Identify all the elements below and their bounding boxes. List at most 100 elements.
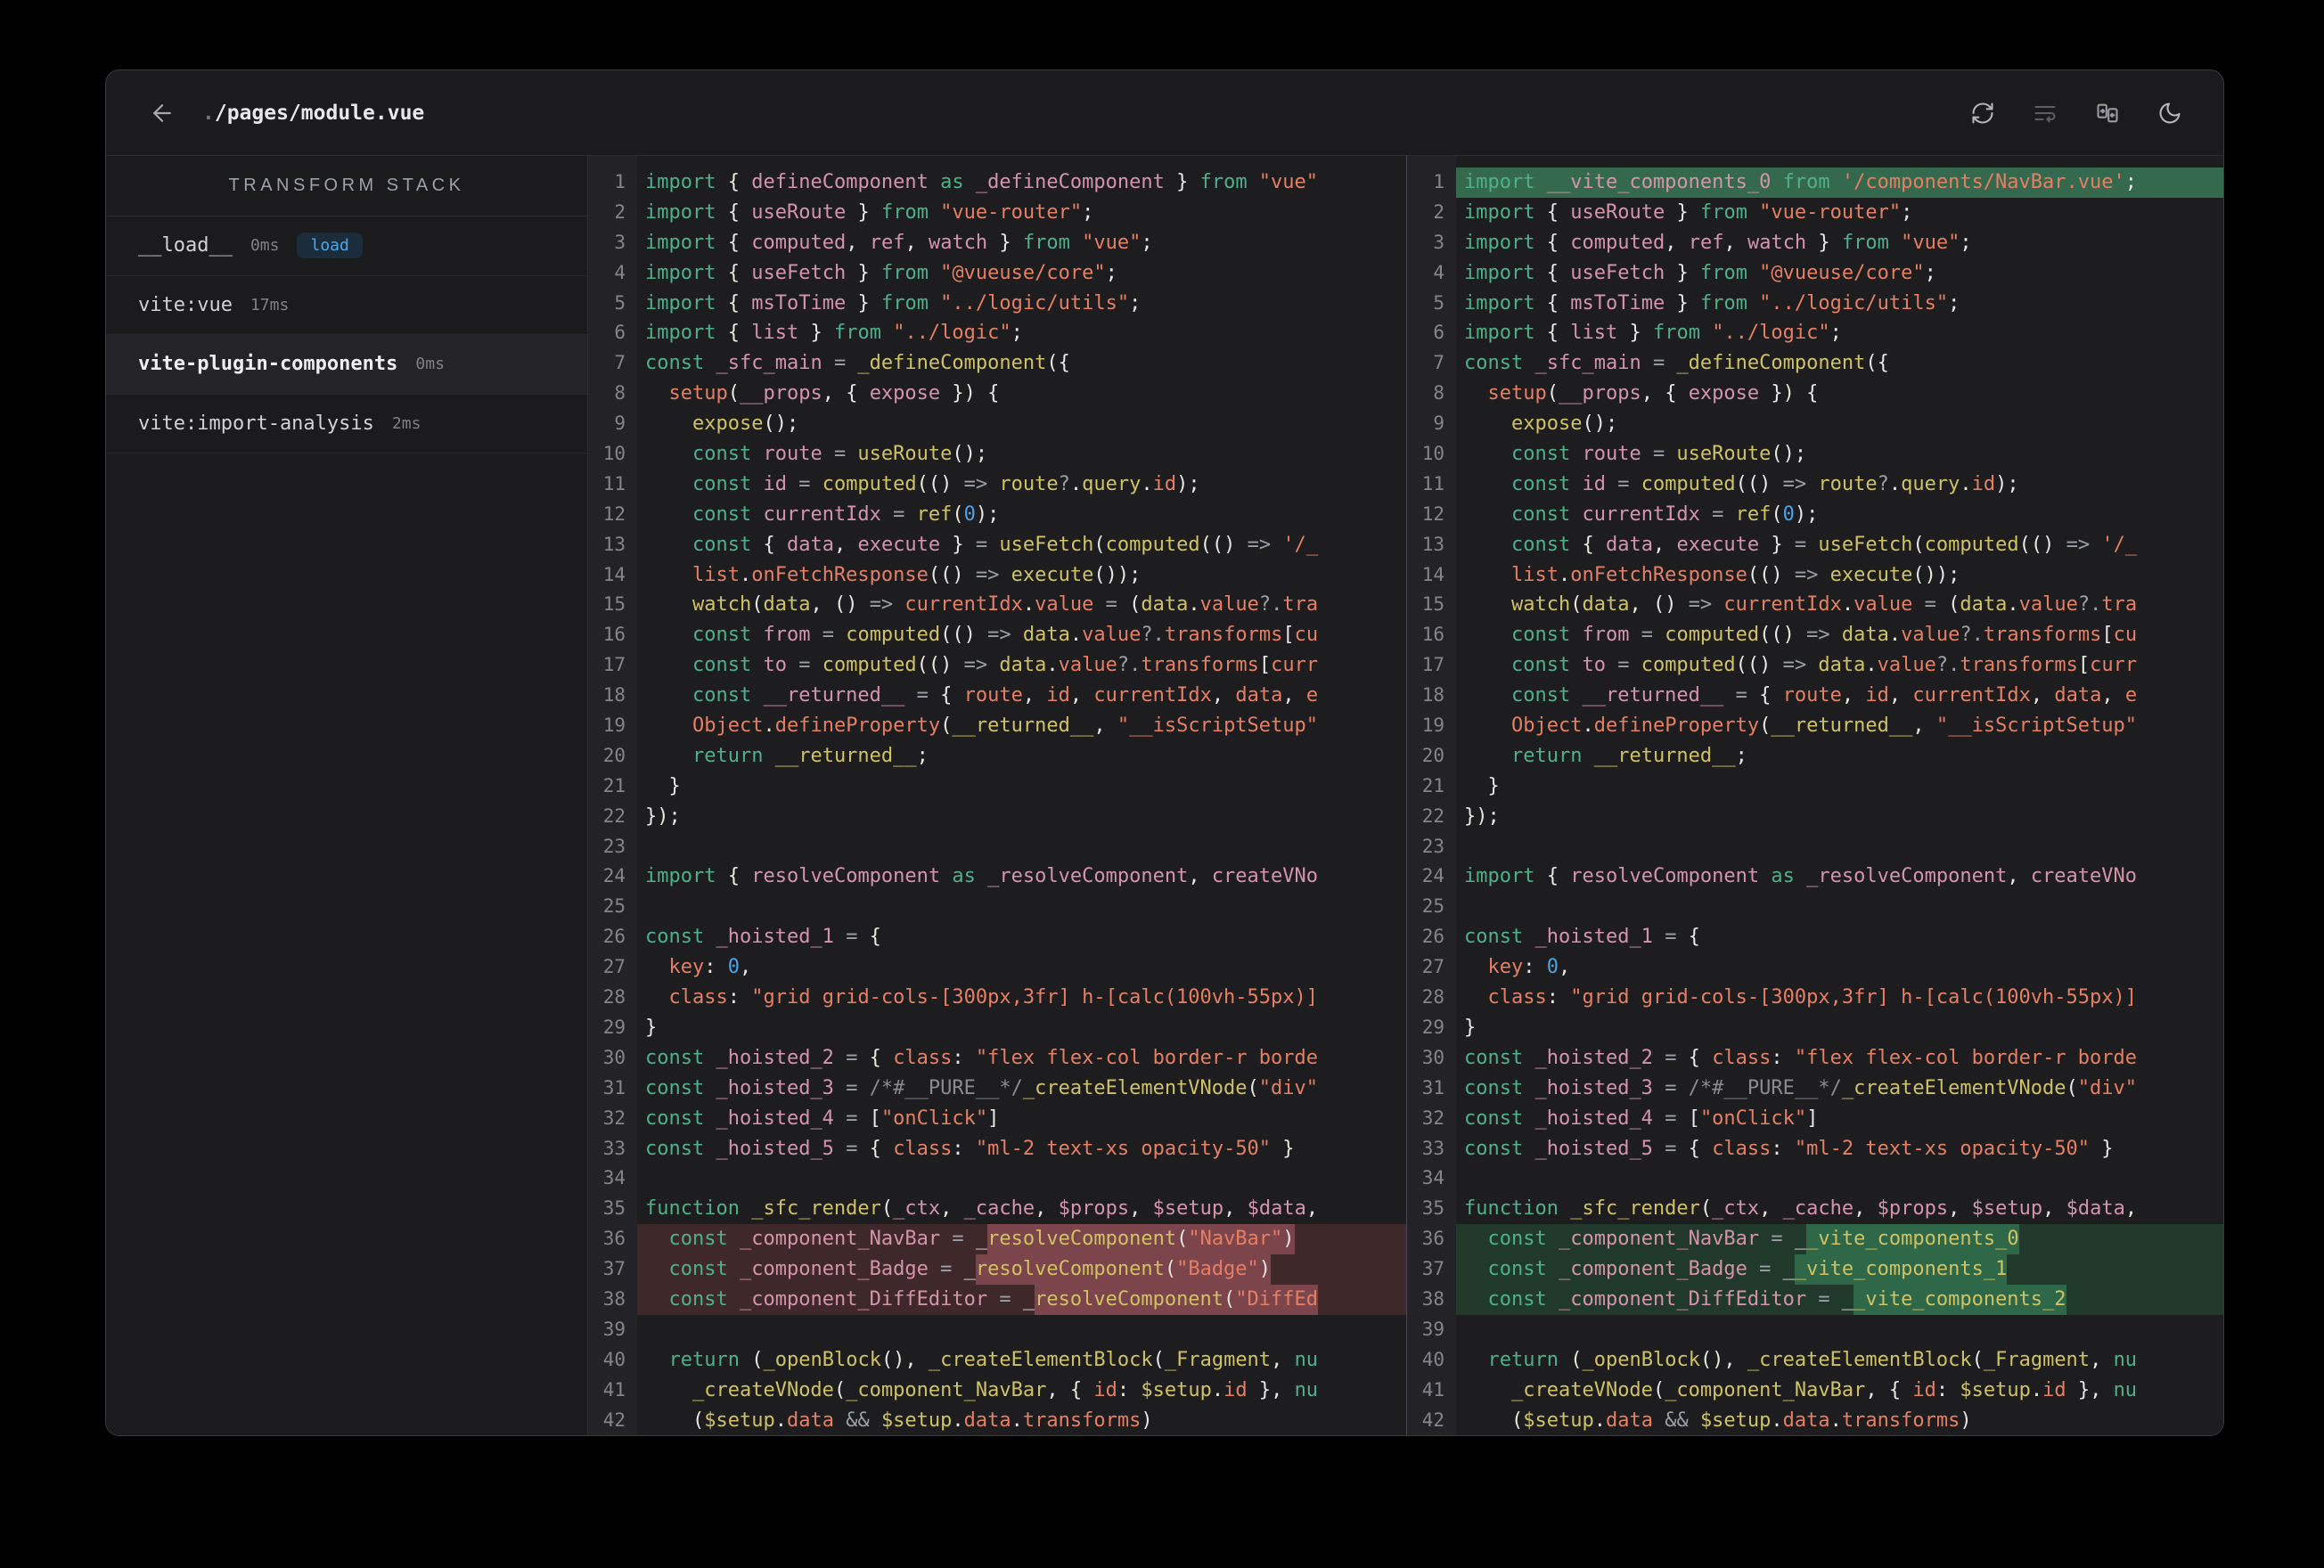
code-token: watch (691, 593, 752, 617)
code-token: "../logic" (1699, 322, 1830, 345)
code-panel-before[interactable]: 1 import { defineComponent as _defineComp… (588, 156, 1407, 1435)
code-token: _component_DiffEditor (1546, 1287, 1819, 1311)
code-token: = (846, 1046, 858, 1069)
line-number: 7 (614, 352, 626, 374)
code-token: const (691, 684, 752, 707)
plugin-time: 2ms (391, 413, 421, 433)
line-number: 25 (1421, 895, 1444, 918)
line-number: 41 (602, 1378, 626, 1401)
line-number: 16 (602, 624, 626, 646)
code-token: (), (1699, 1348, 1747, 1371)
line-number: 14 (602, 563, 626, 585)
line-number: 8 (1433, 382, 1444, 404)
code-line: 18 const __returned__ = { route, id, cur… (1407, 681, 2223, 711)
code-token: const (1464, 1076, 1524, 1099)
code-token: value (1901, 624, 1960, 647)
code-token: = (1912, 593, 1949, 617)
color-scheme-toggle[interactable] (2157, 101, 2182, 126)
code-token: , (1022, 684, 1047, 707)
code-token: = (1735, 684, 1747, 707)
code-token: ; (1141, 231, 1153, 254)
code-token: . (2007, 593, 2019, 617)
code-text: const __returned__ = { route, id, curren… (1456, 681, 2223, 711)
code-token: data (1829, 624, 1889, 647)
refresh-button[interactable] (1970, 101, 1995, 126)
code-token: ; (1901, 200, 1913, 224)
code-token: useFetch (1806, 533, 1913, 556)
code-token: transforms (1022, 1409, 1142, 1432)
code-token: = (1652, 443, 1665, 466)
code-token: } (1759, 533, 1795, 556)
sidebar-item-vite-plugin-components[interactable]: vite-plugin-components 0ms (106, 335, 587, 395)
code-token: value (1853, 593, 1913, 617)
code-line: 29} (1407, 1013, 2223, 1043)
code-token: ref (1688, 231, 1724, 254)
code-token: data (763, 593, 811, 617)
line-wrap-toggle[interactable] (2033, 101, 2058, 126)
diff-view-toggle[interactable] (2095, 101, 2120, 126)
code-token: import (1464, 231, 1535, 254)
code-token: _Fragment (1983, 1348, 2091, 1371)
main-content: TRANSFORM STACK __load__ 0ms load vite:vue 1… (106, 156, 2223, 1435)
code-text: import { computed, ref, watch } from "vu… (1456, 228, 2223, 258)
sidebar-item-vite-import-analysis[interactable]: vite:import-analysis 2ms (106, 395, 587, 453)
module-path: /pages/module.vue (214, 101, 425, 125)
moon-icon (2159, 102, 2181, 123)
line-number: 39 (602, 1318, 626, 1340)
line-number: 23 (602, 835, 626, 857)
code-token: "onClick" (880, 1107, 988, 1130)
code-token: } (1164, 171, 1200, 193)
code-token: { (716, 231, 752, 254)
hook-badge: load (297, 233, 363, 259)
code-text: } (1456, 1013, 2223, 1043)
code-token: ?. (1141, 624, 1165, 647)
code-token: const (668, 1287, 728, 1311)
code-token: route (751, 443, 834, 466)
plugin-name: vite-plugin-components (138, 353, 398, 376)
code-token: _component_Badge (1546, 1258, 1760, 1281)
code-token: cu (1294, 624, 1319, 647)
code-token: "ml-2 text-xs opacity-50" (1794, 1137, 2091, 1160)
code-token: { (1534, 291, 1571, 314)
code-token: curr (2090, 654, 2138, 677)
code-text: watch(data, () => currentIdx. value = (da… (637, 590, 1406, 620)
code-token: currentIdx (1712, 593, 1842, 617)
code-panel-after[interactable]: 1 import __vite_components_0 from '/compo… (1407, 156, 2223, 1435)
code-token: : (1771, 1046, 1795, 1069)
code-token: import (1464, 322, 1535, 345)
code-token: data (1235, 684, 1283, 707)
code-token: value (1877, 654, 1936, 677)
code-token: useRoute (1665, 443, 1772, 466)
code-token: . (739, 563, 752, 586)
code-line: 5 import { msToTime } from "../logic/util… (588, 289, 1406, 319)
code-token: (), (880, 1348, 929, 1371)
line-number: 14 (1421, 563, 1444, 585)
line-number: 2 (614, 200, 626, 223)
sidebar-item-vite-vue[interactable]: vite:vue 17ms (106, 276, 587, 335)
code-line: 41 _createVNode(_component_NavBar, { id:… (1407, 1376, 2223, 1406)
code-token: key (668, 956, 705, 979)
code-token: ) (1960, 1409, 1972, 1432)
code-token: defineProperty (1593, 715, 1760, 738)
code-token: return (1510, 744, 1583, 767)
back-button[interactable] (149, 100, 176, 127)
code-token: import (1464, 171, 1535, 193)
code-token: . (1582, 715, 1594, 738)
code-token: = (916, 684, 929, 707)
line-number: 24 (1421, 865, 1444, 887)
code-token: value (1082, 624, 1142, 647)
code-token: ?. (1960, 624, 1984, 647)
code-token: "@vueuse/core" (1747, 261, 1925, 284)
code-token: id (1152, 472, 1177, 495)
code-token: } (1617, 322, 1653, 345)
code-token: $setup (1699, 1409, 1772, 1432)
code-token: ; (1129, 291, 1142, 314)
code-token: = (833, 443, 847, 466)
code-token: ( (1558, 1348, 1583, 1371)
sidebar-item--load-[interactable]: __load__ 0ms load (106, 216, 587, 276)
